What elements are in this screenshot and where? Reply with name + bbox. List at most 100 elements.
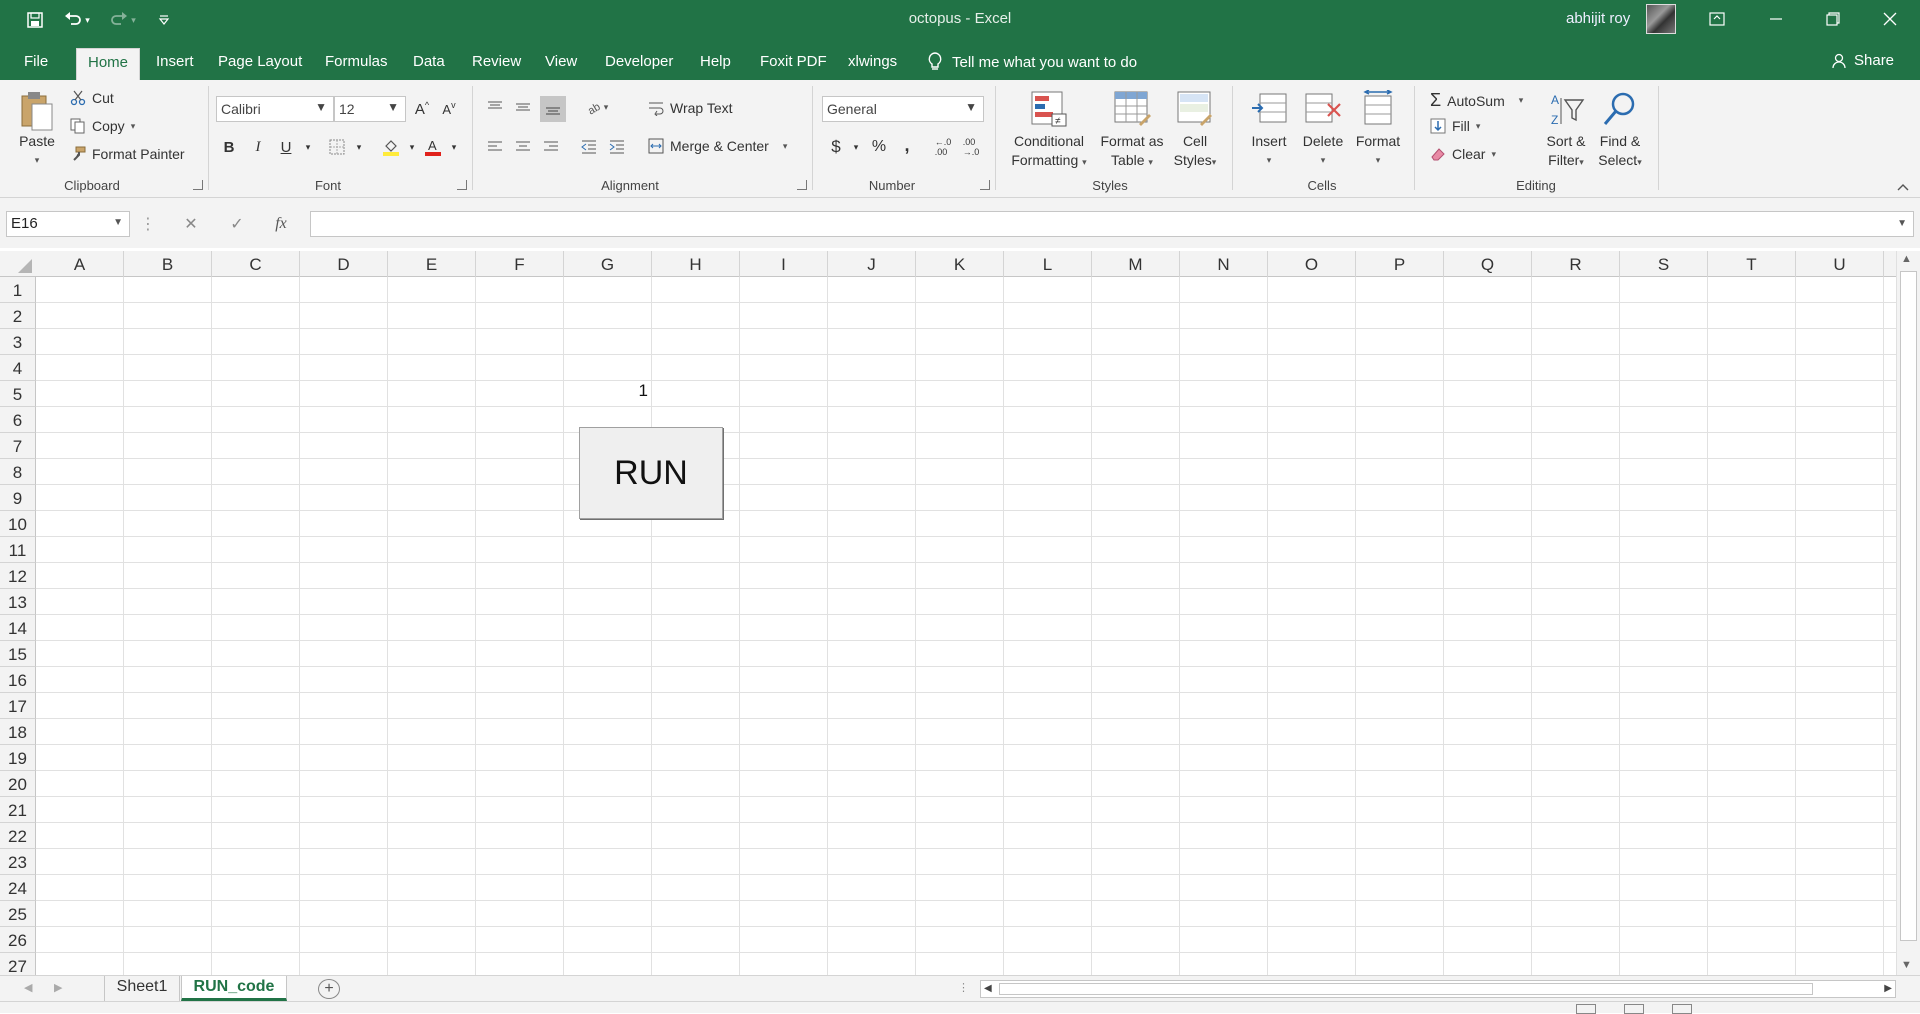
- column-header[interactable]: A: [36, 251, 124, 277]
- cell-styles-button[interactable]: Cell Styles▾: [1172, 90, 1218, 172]
- close-icon[interactable]: [1867, 0, 1913, 38]
- column-header[interactable]: L: [1004, 251, 1092, 277]
- minimize-icon[interactable]: [1753, 0, 1799, 38]
- row-header[interactable]: 4: [0, 355, 36, 381]
- column-header[interactable]: O: [1268, 251, 1356, 277]
- row-header[interactable]: 21: [0, 797, 36, 823]
- collapse-ribbon-icon[interactable]: [1892, 176, 1914, 198]
- formula-input[interactable]: ▼: [310, 211, 1914, 237]
- row-header[interactable]: 9: [0, 485, 36, 511]
- select-all-button[interactable]: [0, 251, 36, 277]
- column-header[interactable]: J: [828, 251, 916, 277]
- underline-dropdown-icon[interactable]: ▾: [297, 136, 319, 158]
- column-header[interactable]: H: [652, 251, 740, 277]
- find-select-button[interactable]: Find & Select▾: [1592, 90, 1648, 172]
- tab-insert[interactable]: Insert: [156, 48, 194, 80]
- vertical-scrollbar[interactable]: ▲ ▼: [1896, 251, 1920, 975]
- row-header[interactable]: 8: [0, 459, 36, 485]
- number-format-select[interactable]: General ▼: [822, 96, 984, 122]
- scroll-down-icon[interactable]: ▼: [1901, 959, 1912, 971]
- column-header[interactable]: R: [1532, 251, 1620, 277]
- cut-button[interactable]: Cut: [70, 90, 114, 106]
- row-header[interactable]: 16: [0, 667, 36, 693]
- align-bottom-icon[interactable]: [540, 96, 566, 122]
- row-header[interactable]: 3: [0, 329, 36, 355]
- column-header[interactable]: M: [1092, 251, 1180, 277]
- add-sheet-icon[interactable]: +: [318, 979, 340, 999]
- font-size-select[interactable]: 12 ▼: [334, 96, 406, 122]
- font-name-select[interactable]: Calibri ▼: [216, 96, 334, 122]
- align-top-icon[interactable]: [484, 96, 506, 118]
- row-header[interactable]: 24: [0, 875, 36, 901]
- merge-center-button[interactable]: Merge & Center ▾: [648, 138, 787, 154]
- bold-button[interactable]: B: [218, 136, 240, 158]
- column-header[interactable]: B: [124, 251, 212, 277]
- column-header[interactable]: F: [476, 251, 564, 277]
- row-header[interactable]: 11: [0, 537, 36, 563]
- row-header[interactable]: 12: [0, 563, 36, 589]
- row-header[interactable]: 23: [0, 849, 36, 875]
- expand-formula-icon[interactable]: ▼: [1897, 218, 1907, 229]
- scroll-up-icon[interactable]: ▲: [1901, 253, 1912, 265]
- row-header[interactable]: 27: [0, 953, 36, 975]
- autosum-button[interactable]: Σ AutoSum ▾: [1430, 90, 1523, 111]
- clipboard-launcher-icon[interactable]: [193, 180, 203, 190]
- fill-color-icon[interactable]: [380, 136, 402, 158]
- column-header[interactable]: C: [212, 251, 300, 277]
- tab-xlwings[interactable]: xlwings: [848, 48, 897, 80]
- cell-g5[interactable]: 1: [564, 381, 648, 401]
- delete-cells-button[interactable]: Delete ▾: [1298, 90, 1348, 170]
- font-color-dropdown-icon[interactable]: ▾: [443, 136, 465, 158]
- tab-review[interactable]: Review: [472, 48, 521, 80]
- paste-button[interactable]: Paste ▾: [14, 90, 60, 170]
- insert-function-button[interactable]: fx: [266, 211, 296, 237]
- row-header[interactable]: 26: [0, 927, 36, 953]
- split-handle-icon[interactable]: ⋮: [958, 981, 969, 994]
- undo-icon[interactable]: ▾: [60, 9, 94, 31]
- currency-dropdown-icon[interactable]: ▾: [845, 136, 867, 158]
- column-header[interactable]: T: [1708, 251, 1796, 277]
- row-header[interactable]: 14: [0, 615, 36, 641]
- avatar[interactable]: [1646, 4, 1676, 34]
- customize-quick-access-icon[interactable]: [154, 9, 174, 31]
- row-header[interactable]: 5: [0, 381, 36, 407]
- tell-me-box[interactable]: Tell me what you want to do: [928, 52, 1137, 72]
- format-cells-button[interactable]: Format ▾: [1350, 89, 1406, 170]
- tab-formulas[interactable]: Formulas: [325, 48, 388, 80]
- conditional-formatting-button[interactable]: ≠ Conditional Formatting ▾: [1006, 90, 1092, 172]
- fill-button[interactable]: Fill ▾: [1430, 118, 1480, 134]
- vertical-scroll-thumb[interactable]: [1900, 271, 1917, 941]
- scroll-left-icon[interactable]: ◀: [984, 983, 992, 994]
- column-header[interactable]: U: [1796, 251, 1884, 277]
- column-header[interactable]: K: [916, 251, 1004, 277]
- cancel-icon[interactable]: ✕: [176, 211, 206, 237]
- row-header[interactable]: 10: [0, 511, 36, 537]
- tab-home[interactable]: Home: [76, 48, 140, 80]
- row-header[interactable]: 15: [0, 641, 36, 667]
- underline-button[interactable]: U: [275, 136, 297, 158]
- sheet-next-icon[interactable]: ▶: [54, 981, 62, 994]
- grow-font-button[interactable]: A ^: [411, 98, 433, 120]
- sort-filter-button[interactable]: AZ Sort & Filter▾: [1540, 90, 1592, 172]
- column-header[interactable]: Q: [1444, 251, 1532, 277]
- tab-help[interactable]: Help: [700, 48, 731, 80]
- font-color-icon[interactable]: A: [422, 136, 444, 158]
- row-header[interactable]: 20: [0, 771, 36, 797]
- copy-button[interactable]: Copy ▾: [70, 118, 135, 134]
- column-header[interactable]: I: [740, 251, 828, 277]
- column-header[interactable]: N: [1180, 251, 1268, 277]
- row-header[interactable]: 7: [0, 433, 36, 459]
- align-left-icon[interactable]: [484, 136, 506, 158]
- alignment-launcher-icon[interactable]: [797, 180, 807, 190]
- sheet-prev-icon[interactable]: ◀: [24, 981, 32, 994]
- clear-button[interactable]: Clear ▾: [1430, 146, 1496, 162]
- scroll-right-icon[interactable]: ▶: [1884, 983, 1892, 994]
- number-launcher-icon[interactable]: [980, 180, 990, 190]
- row-header[interactable]: 18: [0, 719, 36, 745]
- row-header[interactable]: 25: [0, 901, 36, 927]
- tab-data[interactable]: Data: [413, 48, 445, 80]
- italic-button[interactable]: I: [247, 136, 269, 158]
- row-header[interactable]: 6: [0, 407, 36, 433]
- tab-foxit-pdf[interactable]: Foxit PDF: [760, 48, 827, 80]
- row-header[interactable]: 13: [0, 589, 36, 615]
